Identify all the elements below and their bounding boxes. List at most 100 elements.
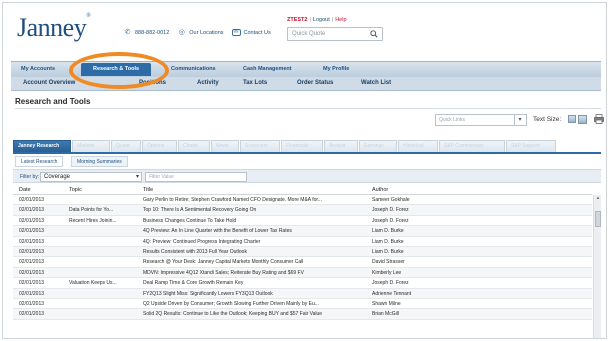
table-row[interactable]: 02/01/2013 Q2 Upside Driven by Consumer; … xyxy=(13,299,592,310)
table-row[interactable]: 02/01/2013 Results Consistent with 2013 F… xyxy=(13,246,592,258)
subnav-account-overview[interactable]: Account Overview xyxy=(23,80,75,86)
tab-sp-commentary[interactable]: S&P Commentary xyxy=(439,140,505,152)
row-topic: Data Points for Yo... xyxy=(69,207,114,214)
tab-analyst[interactable]: Analyst xyxy=(324,140,358,152)
row-title-link[interactable]: Top 10: There Is A Sentimental Recovery … xyxy=(143,207,369,213)
nav-my-accounts[interactable]: My Accounts xyxy=(21,66,55,72)
quick-quote-input[interactable]: Quick Quote xyxy=(287,27,383,41)
tab-markets[interactable]: Markets xyxy=(72,140,110,152)
row-author: Brian McGill xyxy=(372,311,399,318)
search-icon[interactable] xyxy=(370,30,378,38)
filter-value-input[interactable]: Filter Value xyxy=(145,172,247,182)
subnav-watch-list[interactable]: Watch List xyxy=(361,80,391,86)
row-title-link[interactable]: Results Consistent with 2013 Full Year O… xyxy=(143,249,369,255)
browser-page: Janney® ✆ 888-882-0012 ◎ Our Locations ✉… xyxy=(2,2,607,339)
locations-link[interactable]: ◎ Our Locations xyxy=(177,28,224,37)
column-header-title[interactable]: Title xyxy=(143,187,369,193)
scroll-thumb[interactable] xyxy=(595,211,601,227)
row-date: 02/01/2013 xyxy=(19,238,45,245)
row-date: 02/01/2013 xyxy=(19,248,45,255)
row-title-link[interactable]: Business Changes Continue To Take Hold xyxy=(143,218,369,224)
tab-screeners[interactable]: Screeners xyxy=(240,140,280,152)
table-row[interactable]: 02/01/2013 4Q: Preview: Continued Progres… xyxy=(13,237,592,247)
row-title-link[interactable]: FY2Q13 Slight Miss: Significantly Lowers… xyxy=(143,291,369,297)
subnav-activity[interactable]: Activity xyxy=(197,80,219,86)
row-author: Joseph D. Forez xyxy=(372,280,409,287)
table-row[interactable]: 02/01/2013 FY2Q13 Slight Miss: Significan… xyxy=(13,288,592,299)
print-icon[interactable] xyxy=(594,114,604,124)
text-size-large-button[interactable] xyxy=(578,115,587,124)
row-author: Liam D. Burke xyxy=(372,238,404,245)
row-author: Liam D. Burke xyxy=(372,248,404,255)
location-icon: ◎ xyxy=(178,29,185,36)
table-row[interactable]: 02/01/2013 Gary Perlin to Retire; Stephen… xyxy=(13,195,592,206)
research-tabs: Janney Research Markets Quote Options Ch… xyxy=(13,140,601,152)
tab-underline xyxy=(13,152,601,154)
nav-communications[interactable]: Communications xyxy=(171,66,216,72)
logout-link[interactable]: Logout xyxy=(313,17,330,23)
column-header-date[interactable]: Date xyxy=(19,187,65,193)
filter-bar: Filter by: Coverage ▾ Filter Value xyxy=(13,169,601,183)
table-row[interactable]: 02/01/2013 4Q Preview: An In Line Quarter… xyxy=(13,226,592,237)
table-row[interactable]: 02/01/2013 MDVN: Impressive 4Q12 Xtandi S… xyxy=(13,267,592,279)
phone-link[interactable]: ✆ 888-882-0012 xyxy=(123,28,170,37)
scrollbar[interactable]: ▴ xyxy=(593,195,602,338)
contact-us-link[interactable]: ✉ Contact Us xyxy=(231,29,271,36)
row-title-link[interactable]: Research @ Your Desk: Janney Capital Mar… xyxy=(143,259,369,265)
phone-icon: ✆ xyxy=(124,29,131,36)
row-author: Joseph D. Forez xyxy=(372,207,409,214)
row-author: Shawn Milne xyxy=(372,300,401,307)
nav-cash-management[interactable]: Cash Management xyxy=(243,66,292,72)
subnav-order-status[interactable]: Order Status xyxy=(297,80,333,86)
tab-charts[interactable]: Charts xyxy=(178,140,210,152)
chevron-down-icon[interactable]: ▾ xyxy=(514,115,525,125)
row-author: Liam D. Burke xyxy=(372,228,404,235)
table-row[interactable]: 02/01/2013 Data Points for Yo... Top 10: T… xyxy=(13,205,592,216)
subtab-latest-research[interactable]: Latest Research xyxy=(15,156,64,167)
tab-sp-support[interactable]: S&P Support xyxy=(506,140,556,152)
row-title-link[interactable]: 4Q Preview: An In Line Quarter with the … xyxy=(143,228,369,234)
tab-janney-research[interactable]: Janney Research xyxy=(13,140,71,152)
subtab-morning-summaries[interactable]: Morning Summaries xyxy=(71,156,128,167)
text-size-label: Text Size: xyxy=(533,116,562,123)
row-date: 02/01/2013 xyxy=(19,290,45,297)
table-row[interactable]: 02/01/2013 Valuation Keeps Us... Deal Ramp… xyxy=(13,278,592,289)
row-title-link[interactable]: Q2 Upside Driven by Consumer; Growth Slo… xyxy=(143,301,369,307)
filter-by-select[interactable]: Coverage ▾ xyxy=(40,172,142,182)
table-row[interactable]: 02/01/2013 Recent Hires Joinin... Business… xyxy=(13,216,592,227)
table-row[interactable]: 02/01/2013 Solid 2Q Results: Continue to … xyxy=(13,309,592,320)
row-title-link[interactable]: 4Q: Preview: Continued Progress Integrat… xyxy=(143,239,369,245)
row-date: 02/01/2013 xyxy=(19,217,45,224)
row-title-link[interactable]: Solid 2Q Results: Continue to Like the O… xyxy=(143,311,369,317)
nav-my-profile[interactable]: My Profile xyxy=(323,66,349,72)
janney-logo[interactable]: Janney® xyxy=(17,13,91,43)
tab-earnings[interactable]: Earnings xyxy=(359,140,397,152)
column-header-author[interactable]: Author xyxy=(372,187,484,193)
subnav-tax-lots[interactable]: Tax Lots xyxy=(243,80,267,86)
table-header: Date Topic Title Author xyxy=(13,185,592,195)
row-title-link[interactable]: Deal Ramp Time & Core Growth Remain Key xyxy=(143,280,369,286)
header-contacts: ✆ 888-882-0012 ◎ Our Locations ✉ Contact… xyxy=(123,28,271,37)
row-topic: Recent Hires Joinin... xyxy=(69,217,117,224)
row-date: 02/01/2013 xyxy=(19,228,45,235)
tab-options[interactable]: Options xyxy=(142,140,177,152)
column-header-topic[interactable]: Topic xyxy=(69,187,141,193)
research-table: Date Topic Title Author 02/01/2013 Gary P… xyxy=(13,185,592,320)
row-date: 02/01/2013 xyxy=(19,311,45,318)
row-title-link[interactable]: MDVN: Impressive 4Q12 Xtandi Sales; Reit… xyxy=(143,270,369,276)
tab-quote[interactable]: Quote xyxy=(111,140,141,152)
text-size-small-button[interactable] xyxy=(568,115,576,123)
row-title-link[interactable]: Gary Perlin to Retire; Stephen Crawford … xyxy=(143,197,369,203)
row-date: 02/01/2013 xyxy=(19,269,45,276)
divider xyxy=(15,108,601,109)
scroll-up-arrow[interactable]: ▴ xyxy=(594,195,602,202)
help-link[interactable]: Help xyxy=(335,17,346,23)
table-row[interactable]: 02/01/2013 Research @ Your Desk: Janney C… xyxy=(13,257,592,268)
tab-financials[interactable]: Financials xyxy=(281,140,323,152)
tab-news[interactable]: News xyxy=(211,140,239,152)
filter-label: Filter by: xyxy=(20,174,40,180)
row-author: Joseph D. Forez xyxy=(372,217,409,224)
tab-historical[interactable]: Historical xyxy=(398,140,438,152)
row-date: 02/01/2013 xyxy=(19,300,45,307)
user-links: ZTEST2 | Logout | Help xyxy=(287,17,347,23)
